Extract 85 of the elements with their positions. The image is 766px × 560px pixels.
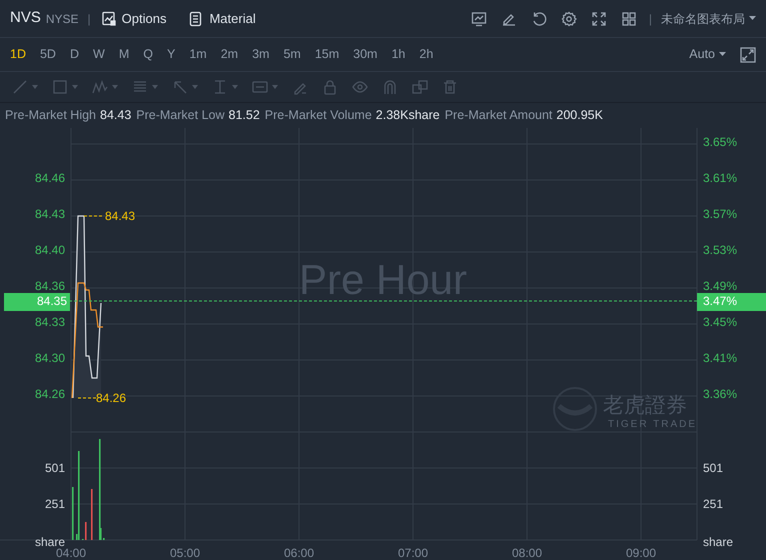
arrow-tool-icon[interactable] xyxy=(172,79,188,95)
volume-axis-label: 251 xyxy=(703,497,724,511)
pattern-tool-icon[interactable] xyxy=(92,79,108,95)
options-button[interactable]: Options xyxy=(100,8,166,28)
price-axis-label: 84.40 xyxy=(34,243,65,257)
timeframe-tab[interactable]: 1m xyxy=(189,45,207,64)
volume-axis-label: 501 xyxy=(703,461,724,475)
high-price-marker: 84.43 xyxy=(105,209,136,223)
stat-value: 2.38Kshare xyxy=(376,107,440,124)
volume-axis-label: share xyxy=(703,535,734,549)
timeframe-tab[interactable]: 2m xyxy=(220,45,238,64)
timeframe-tab[interactable]: 1D xyxy=(10,45,26,64)
percent-axis-label: 3.57% xyxy=(703,207,738,221)
timeframe-tab[interactable]: Y xyxy=(166,45,176,64)
caret-icon[interactable] xyxy=(719,52,726,57)
percent-axis-label: 3.65% xyxy=(703,135,738,149)
percent-axis-label: 3.49% xyxy=(703,279,738,293)
time-axis-label: 05:00 xyxy=(170,546,200,560)
trash-icon[interactable] xyxy=(442,79,458,95)
exchange-label: NYSE xyxy=(46,10,79,28)
refresh-icon[interactable] xyxy=(530,10,547,26)
stat-value: 200.95K xyxy=(556,107,603,124)
timeframe-tab[interactable]: W xyxy=(93,45,105,64)
timeframe-tab[interactable]: 1h xyxy=(391,45,406,64)
separator: | xyxy=(648,10,652,28)
price-label-tool-icon[interactable] xyxy=(252,79,268,95)
timeframe-tab[interactable]: 2h xyxy=(419,45,434,64)
chart-monitor-icon[interactable] xyxy=(470,10,487,26)
time-axis-label: 07:00 xyxy=(398,546,428,560)
material-button[interactable]: Material xyxy=(188,8,256,28)
expand-icon[interactable] xyxy=(740,46,756,62)
chart-document-icon[interactable] xyxy=(100,10,117,26)
grid-layout-icon[interactable] xyxy=(620,10,637,26)
stat-label: Pre-Market Low xyxy=(136,107,225,124)
time-axis-label: 08:00 xyxy=(512,546,542,560)
timeframe-tab[interactable]: M xyxy=(118,45,130,64)
price-axis-label: 84.43 xyxy=(34,207,65,221)
percent-axis-label: 3.41% xyxy=(703,351,738,365)
timeframe-tab[interactable]: 15m xyxy=(314,45,340,64)
current-percent-label: 3.47% xyxy=(703,294,738,308)
timeframe-tab[interactable]: D xyxy=(70,45,79,64)
current-percent-tag xyxy=(697,293,766,311)
lock-icon[interactable] xyxy=(322,79,338,95)
low-price-marker: 84.26 xyxy=(96,391,126,405)
time-axis-label: 06:00 xyxy=(284,546,314,560)
watermark-subtitle: TIGER TRADE xyxy=(608,419,698,430)
timeframe-tab[interactable]: 5D xyxy=(40,45,56,64)
layers-icon[interactable] xyxy=(412,79,428,95)
percent-axis-label: 3.45% xyxy=(703,315,738,329)
timeframe-tab[interactable]: 30m xyxy=(353,45,378,64)
measure-tool-icon[interactable] xyxy=(212,79,228,95)
time-axis-label: 04:00 xyxy=(56,546,86,560)
eye-icon[interactable] xyxy=(352,79,368,95)
volume-axis-label: 501 xyxy=(44,461,65,475)
stat-label: Pre-Market Volume xyxy=(264,107,372,124)
timeframe-tab[interactable]: Q xyxy=(143,45,153,64)
auto-scale-dropdown[interactable]: Auto xyxy=(689,45,726,64)
volume-axis-label: 251 xyxy=(44,497,65,511)
current-price-tag xyxy=(4,293,70,311)
separator: | xyxy=(88,10,91,28)
percent-axis-label: 3.36% xyxy=(703,387,738,401)
volume-axis-label: share xyxy=(34,535,65,549)
current-price-label: 84.35 xyxy=(36,294,67,308)
price-axis-label: 84.30 xyxy=(34,351,65,365)
price-axis-label: 84.36 xyxy=(34,279,65,293)
percent-axis-label: 3.53% xyxy=(703,243,738,257)
timeframe-tab[interactable]: 5m xyxy=(283,45,301,64)
price-axis-label: 84.46 xyxy=(34,171,65,185)
price-axis-label: 84.26 xyxy=(34,387,65,401)
price-axis-label: 84.33 xyxy=(34,315,65,329)
line-tool-icon[interactable] xyxy=(12,79,28,95)
stat-label: Pre-Market High xyxy=(5,107,96,124)
ticker-symbol: NVS xyxy=(10,8,41,28)
stat-value: 84.43 xyxy=(100,107,132,124)
percent-axis-label: 3.61% xyxy=(703,171,738,185)
stat-value: 81.52 xyxy=(228,107,260,124)
rectangle-tool-icon[interactable] xyxy=(52,79,68,95)
layout-dropdown[interactable]: 未命名图表布局 xyxy=(661,10,756,28)
stat-label: Pre-Market Amount xyxy=(444,107,552,124)
caret-icon[interactable] xyxy=(749,16,756,21)
magnet-icon[interactable] xyxy=(382,79,398,95)
time-axis-label: 09:00 xyxy=(626,546,656,560)
timeframe-tab[interactable]: 3m xyxy=(252,45,270,64)
fullscreen-icon[interactable] xyxy=(590,10,607,26)
settings-icon[interactable] xyxy=(560,10,577,26)
